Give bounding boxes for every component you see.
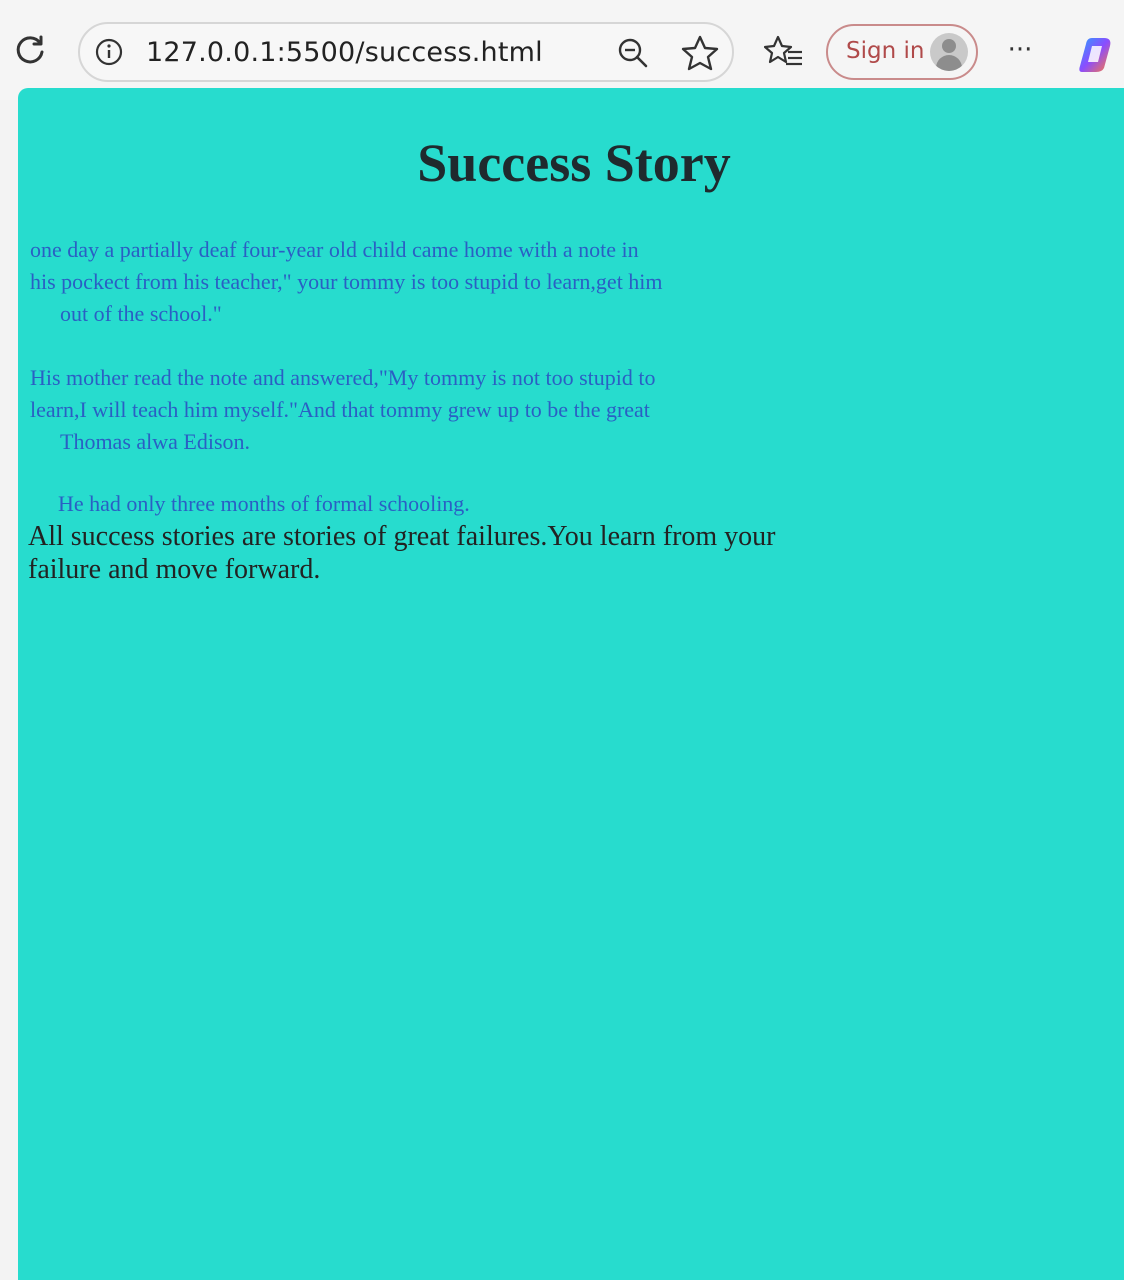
address-bar[interactable]: 127.0.0.1:5500/success.html (78, 22, 734, 82)
page-content: Success Story one day a partially deaf f… (18, 88, 1124, 1280)
url-text[interactable]: 127.0.0.1:5500/success.html (146, 37, 543, 68)
paragraph-line: His mother read the note and answered,"M… (30, 365, 656, 390)
paragraph-schooling: He had only three months of formal schoo… (58, 491, 470, 516)
paragraph-note: one day a partially deaf four-year old c… (30, 234, 720, 330)
sign-in-label: Sign in (846, 38, 925, 64)
star-icon[interactable] (680, 34, 720, 72)
page-title: Success Story (417, 133, 731, 193)
copilot-icon[interactable] (1074, 32, 1118, 76)
closing-text: All success stories are stories of great… (28, 521, 776, 585)
favorites-icon[interactable] (763, 34, 804, 70)
avatar (930, 33, 968, 71)
paragraph-mother: His mother read the note and answered,"M… (30, 362, 720, 458)
paragraph-line: Thomas alwa Edison. (60, 429, 251, 454)
paragraph-line: out of the school." (60, 301, 222, 326)
more-icon[interactable]: ··· (1002, 30, 1038, 70)
zoom-out-icon[interactable] (616, 36, 650, 70)
info-icon[interactable] (94, 37, 124, 67)
browser-toolbar: 127.0.0.1:5500/success.html Sign in ··· (0, 0, 1124, 100)
reload-icon[interactable] (10, 30, 50, 70)
paragraph-line: one day a partially deaf four-year old c… (30, 237, 639, 262)
paragraph-line: his pockect from his teacher," your tomm… (30, 269, 663, 294)
sign-in-button[interactable]: Sign in (826, 24, 978, 80)
paragraph-line: learn,I will teach him myself."And that … (30, 397, 650, 422)
